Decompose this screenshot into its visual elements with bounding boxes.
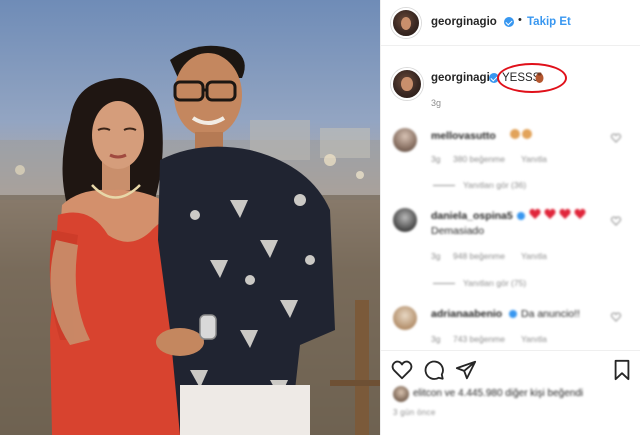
verified-badge-icon bbox=[509, 310, 517, 318]
post-action-bar bbox=[381, 350, 640, 384]
hands-emoji-icon bbox=[510, 129, 532, 139]
paper-plane-icon[interactable] bbox=[455, 359, 477, 381]
comment-avatar[interactable] bbox=[393, 128, 417, 152]
comment-username[interactable]: mellovasutto bbox=[431, 130, 496, 142]
comment-username[interactable]: adrianaabenio bbox=[431, 308, 502, 320]
heart-icon[interactable] bbox=[391, 359, 413, 381]
replies-divider bbox=[433, 185, 455, 186]
comment-reply[interactable]: Yanıtla bbox=[521, 251, 547, 261]
liker-avatar[interactable] bbox=[393, 386, 409, 402]
post-photo bbox=[0, 0, 380, 435]
comment-reply[interactable]: Yanıtla bbox=[521, 334, 547, 344]
comment-likes[interactable]: 380 beğenme bbox=[453, 154, 505, 164]
comment-time: 3g bbox=[431, 251, 441, 261]
comment-like-icon[interactable] bbox=[611, 133, 621, 143]
follow-button[interactable]: Takip Et bbox=[527, 16, 571, 28]
post-header: georginagio • Takip Et bbox=[381, 0, 640, 46]
comment-username[interactable]: daniela_ospina5 bbox=[431, 210, 513, 222]
post-timestamp: 3 gün önce bbox=[393, 408, 436, 417]
caption-timestamp: 3g bbox=[431, 98, 442, 108]
comment-likes[interactable]: 948 beğenme bbox=[453, 251, 505, 261]
comment-avatar[interactable] bbox=[393, 208, 417, 232]
comment-time: 3g bbox=[431, 154, 441, 164]
comment-text: Demasiado bbox=[431, 225, 485, 237]
author-avatar[interactable] bbox=[391, 8, 421, 38]
red-highlight-circle bbox=[497, 63, 567, 93]
comment-like-icon[interactable] bbox=[611, 312, 621, 322]
couple-photo-illustration bbox=[0, 45, 380, 435]
comment-text: Da anuncio!! bbox=[521, 308, 580, 320]
hearts-emoji-icon bbox=[529, 208, 586, 219]
caption-avatar[interactable] bbox=[391, 68, 423, 100]
bookmark-icon[interactable] bbox=[611, 359, 633, 381]
verified-badge-icon bbox=[517, 212, 525, 220]
likes-count-text[interactable]: elitcon ve 4.445.980 diğer kişi beğendi bbox=[413, 388, 583, 399]
caption-username[interactable]: georginagio bbox=[431, 72, 497, 84]
post-side-panel: georginagio • Takip Et georginagio YESSS… bbox=[380, 0, 640, 435]
comment-likes[interactable]: 743 beğenme bbox=[453, 334, 505, 344]
author-username[interactable]: georginagio bbox=[431, 16, 497, 28]
view-replies-link[interactable]: Yanıtları gör (75) bbox=[463, 278, 526, 288]
separator-dot: • bbox=[518, 14, 522, 26]
view-replies-link[interactable]: Yanıtları gör (36) bbox=[463, 180, 526, 190]
comment-icon[interactable] bbox=[423, 359, 445, 381]
comment-avatar[interactable] bbox=[393, 306, 417, 330]
comment-like-icon[interactable] bbox=[611, 216, 621, 226]
comment-time: 3g bbox=[431, 334, 441, 344]
replies-divider bbox=[433, 283, 455, 284]
verified-badge-icon bbox=[504, 17, 514, 27]
comment-reply[interactable]: Yanıtla bbox=[521, 154, 547, 164]
